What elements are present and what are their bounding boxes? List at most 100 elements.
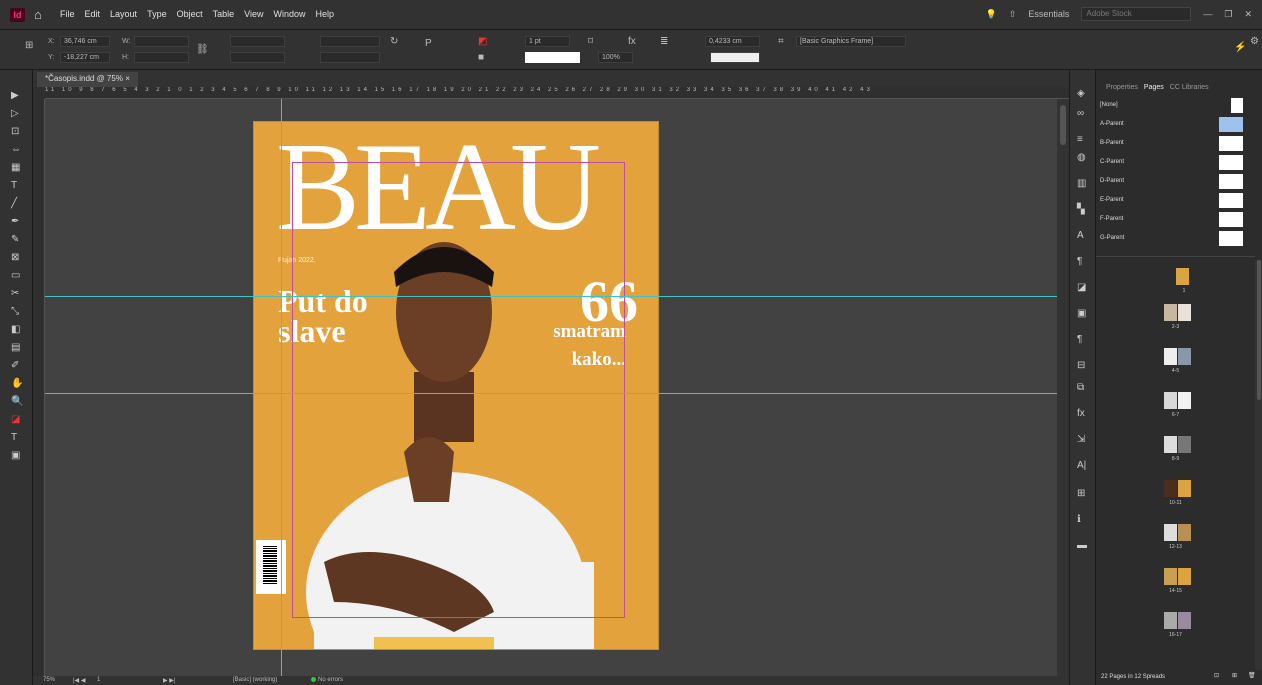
flip-icon[interactable]: P [425,38,432,49]
restore-icon[interactable]: ❐ [1224,9,1232,20]
horizontal-ruler[interactable]: 11 10 9 8 7 6 5 4 3 2 1 0 1 2 3 4 5 6 7 … [45,87,1069,99]
fx-icon[interactable]: fx [628,36,636,47]
tab-cc-libraries[interactable]: CC Libraries [1170,84,1209,91]
object-styles-icon[interactable]: ◪ [1077,282,1086,293]
spread-2-3[interactable]: 2-3 [1096,304,1255,352]
align-panel-icon[interactable]: ⊟ [1077,360,1085,371]
share-icon[interactable]: ⇧ [1009,9,1017,20]
content-collector-icon[interactable]: ▦ [11,162,20,173]
close-icon[interactable]: ✕ [1244,9,1252,20]
horizontal-guide[interactable] [45,393,1057,394]
page-number-field[interactable]: 1 [97,677,100,683]
tab-pages[interactable]: Pages [1144,84,1164,91]
formatting-icon[interactable]: T [11,432,17,443]
spread-12-13[interactable]: 12-13 [1096,524,1255,572]
vertical-ruler[interactable] [33,99,45,676]
fill-none-icon[interactable]: ◩ [478,36,487,47]
parent-b[interactable]: B-Parent [1096,134,1255,153]
fill-stroke-icon[interactable]: ◪ [11,414,20,425]
spread-16-17[interactable]: 16-17 [1096,612,1255,660]
ruler-origin[interactable] [33,87,45,99]
menu-help[interactable]: Help [315,9,334,19]
rectangle-frame-tool-icon[interactable]: ⊠ [11,252,19,263]
scroll-thumb[interactable] [1257,260,1261,400]
opacity-field[interactable]: 100% [598,52,633,63]
spread-14-15[interactable]: 14-15 [1096,568,1255,616]
line-tool-icon[interactable]: ╱ [11,198,17,209]
vertical-scrollbar[interactable] [1057,99,1069,676]
tab-close-icon[interactable]: × [125,74,130,83]
object-style-select[interactable]: [Basic Graphics Frame] [796,36,906,47]
comments-icon[interactable]: ▚ [1077,204,1085,215]
page-nav-next-icon[interactable]: ▶ ▶| [163,677,175,684]
character-styles-icon[interactable]: A [1077,230,1084,241]
pen-tool-icon[interactable]: ✒ [11,216,19,227]
workspace-switcher[interactable]: Essentials [1028,9,1069,19]
settings-icon[interactable]: ⚙ [1250,36,1259,47]
paragraph-icon[interactable]: ¶ [1077,334,1082,345]
export-icon[interactable]: ⇲ [1077,434,1085,445]
spread-8-9[interactable]: 8-9 [1096,436,1255,484]
frame-fitting-icon[interactable]: ⌑ [588,36,593,47]
paragraph-styles-icon[interactable]: ¶ [1077,256,1082,267]
w-field[interactable] [134,36,189,47]
corner-style-select[interactable] [710,52,760,63]
parent-e[interactable]: E-Parent [1096,191,1255,210]
menu-object[interactable]: Object [177,9,203,19]
menu-layout[interactable]: Layout [110,9,137,19]
minimize-icon[interactable]: — [1203,9,1212,19]
scissors-tool-icon[interactable]: ✂ [11,288,19,299]
edit-page-size-icon[interactable]: ⊡ [1214,672,1219,679]
stroke-swatch-icon[interactable]: ■ [478,52,484,63]
transform-tool-icon[interactable]: ⤡ [11,306,19,317]
parent-f[interactable]: F-Parent [1096,210,1255,229]
reference-point-icon[interactable]: ⊞ [25,40,33,51]
align-icon[interactable]: ≣ [660,36,668,47]
vertical-guide[interactable] [281,99,282,676]
swatches-icon[interactable]: ◍ [1077,152,1086,163]
menu-type[interactable]: Type [147,9,167,19]
spread-10-11[interactable]: 10-11 [1096,480,1255,528]
page-nav-first-icon[interactable]: |◀ ◀ [73,677,85,684]
style-status[interactable]: [Basic] (working) [233,677,277,683]
scale-y-field[interactable] [230,52,285,63]
constrain-proportions-icon[interactable]: ⛓ [196,44,209,55]
hand-tool-icon[interactable]: ✋ [11,378,23,389]
info-icon[interactable]: ℹ [1077,514,1081,525]
y-field[interactable]: -18,227 cm [60,52,110,63]
quick-apply-icon[interactable]: ⚡ [1234,42,1246,53]
gradient-tool-icon[interactable]: ◧ [11,324,20,335]
tab-properties[interactable]: Properties [1106,84,1138,91]
text-wrap-icon[interactable]: ▣ [1077,308,1086,319]
panel-divider[interactable] [1096,256,1255,257]
parent-c[interactable]: C-Parent [1096,153,1255,172]
rectangle-tool-icon[interactable]: ▭ [11,270,20,281]
zoom-level[interactable]: 75% [43,677,55,683]
delete-page-icon[interactable]: 🗑 [1248,672,1256,679]
spread-4-5[interactable]: 4-5 [1096,348,1255,396]
type-tool-icon[interactable]: T [11,180,17,191]
spread-6-7[interactable]: 6-7 [1096,392,1255,440]
gap-field[interactable]: 0,4233 cm [705,36,760,47]
h-field[interactable] [134,52,189,63]
lightbulb-icon[interactable]: 💡 [986,9,997,20]
glyphs-icon[interactable]: A| [1077,460,1086,471]
shear-field[interactable] [320,52,380,63]
screen-mode-icon[interactable]: ▣ [11,450,20,461]
gradient-icon[interactable]: ▬ [1077,540,1087,551]
effects-icon[interactable]: fx [1077,408,1085,419]
pencil-tool-icon[interactable]: ✎ [11,234,19,245]
menu-file[interactable]: File [60,9,75,19]
parent-g[interactable]: G-Parent [1096,229,1255,248]
pages-scrollbar[interactable] [1255,260,1262,670]
menu-view[interactable]: View [244,9,263,19]
document-tab[interactable]: *Časopis.indd @ 75% × [37,72,138,87]
rotation-field[interactable] [320,36,380,47]
parent-none[interactable]: [None] [1096,96,1255,115]
parent-a[interactable]: A-Parent [1096,115,1255,134]
horizontal-guide[interactable] [45,296,1057,297]
table-icon[interactable]: ⊞ [1077,488,1085,499]
x-field[interactable]: 36,746 cm [60,36,110,47]
menu-table[interactable]: Table [213,9,235,19]
gap-tool-icon[interactable]: ⇔ [11,144,21,155]
